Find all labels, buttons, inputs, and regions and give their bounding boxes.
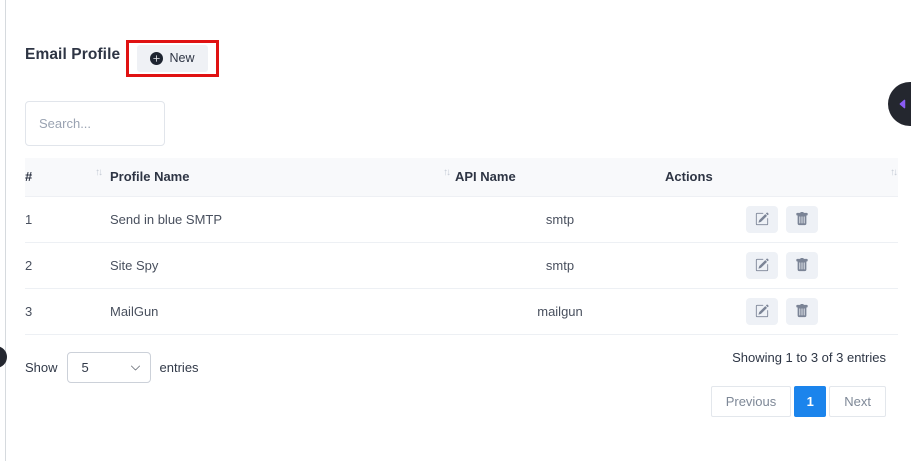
edit-button[interactable] bbox=[746, 252, 778, 279]
panel-left-border bbox=[5, 0, 6, 461]
sort-icon: ↑↓ bbox=[95, 167, 101, 178]
table-row: 3 MailGun mailgun bbox=[25, 288, 898, 334]
column-label: # bbox=[25, 169, 32, 184]
pagination-previous-button[interactable]: Previous bbox=[711, 386, 792, 417]
edit-pencil-icon bbox=[755, 212, 769, 226]
new-button[interactable]: New bbox=[137, 45, 207, 72]
profile-name-cell: MailGun bbox=[110, 288, 455, 334]
email-profile-table: # ↑↓ Profile Name ↑↓ API Name Actions ↑↓… bbox=[25, 158, 898, 335]
column-label: Actions bbox=[665, 169, 713, 184]
row-number: 3 bbox=[25, 288, 110, 334]
table-header-row: # ↑↓ Profile Name ↑↓ API Name Actions ↑↓ bbox=[25, 158, 898, 196]
trash-icon bbox=[795, 304, 809, 318]
actions-cell bbox=[665, 196, 898, 242]
api-name-cell: smtp bbox=[455, 196, 665, 242]
column-header-api-name[interactable]: API Name bbox=[455, 158, 665, 196]
edit-pencil-icon bbox=[755, 258, 769, 272]
column-header-num[interactable]: # ↑↓ bbox=[25, 158, 110, 196]
table-info: Showing 1 to 3 of 3 entries bbox=[732, 350, 886, 365]
delete-button[interactable] bbox=[786, 206, 818, 233]
column-label: Profile Name bbox=[110, 169, 189, 184]
profile-name-cell: Send in blue SMTP bbox=[110, 196, 455, 242]
pagination-next-button[interactable]: Next bbox=[829, 386, 886, 417]
edit-button[interactable] bbox=[746, 298, 778, 325]
edit-button[interactable] bbox=[746, 206, 778, 233]
actions-cell bbox=[665, 242, 898, 288]
annotation-highlight-box: New bbox=[126, 40, 219, 77]
show-label: Show bbox=[25, 360, 58, 375]
column-header-profile-name[interactable]: Profile Name ↑↓ bbox=[110, 158, 455, 196]
page-length-select[interactable]: 5 bbox=[67, 352, 151, 383]
trash-icon bbox=[795, 258, 809, 272]
new-button-label: New bbox=[169, 52, 194, 65]
delete-button[interactable] bbox=[786, 298, 818, 325]
table-row: 1 Send in blue SMTP smtp bbox=[25, 196, 898, 242]
sort-icon: ↑↓ bbox=[443, 167, 449, 178]
plus-circle-icon bbox=[150, 52, 163, 65]
row-number: 1 bbox=[25, 196, 110, 242]
actions-cell bbox=[665, 288, 898, 334]
table-row: 2 Site Spy smtp bbox=[25, 242, 898, 288]
entries-label: entries bbox=[160, 360, 199, 375]
api-name-cell: mailgun bbox=[455, 288, 665, 334]
page-length-select-wrap: 5 bbox=[67, 352, 151, 383]
profile-name-cell: Site Spy bbox=[110, 242, 455, 288]
pagination: Previous 1 Next bbox=[711, 386, 886, 417]
column-header-actions[interactable]: Actions ↑↓ bbox=[665, 158, 898, 196]
trash-icon bbox=[795, 212, 809, 226]
pagination-page-1-button[interactable]: 1 bbox=[794, 386, 826, 417]
row-number: 2 bbox=[25, 242, 110, 288]
edit-pencil-icon bbox=[755, 304, 769, 318]
caret-left-icon bbox=[897, 98, 909, 110]
sort-icon: ↑↓ bbox=[890, 167, 896, 178]
column-label: API Name bbox=[455, 169, 516, 184]
page-title: Email Profile bbox=[25, 46, 120, 64]
api-name-cell: smtp bbox=[455, 242, 665, 288]
page-length-control: Show 5 entries bbox=[25, 352, 199, 383]
search-input[interactable] bbox=[25, 101, 165, 146]
email-profile-page: Email Profile New # ↑↓ Profile Name ↑↓ bbox=[0, 0, 911, 461]
delete-button[interactable] bbox=[786, 252, 818, 279]
customizer-toggle-button[interactable] bbox=[888, 82, 911, 126]
